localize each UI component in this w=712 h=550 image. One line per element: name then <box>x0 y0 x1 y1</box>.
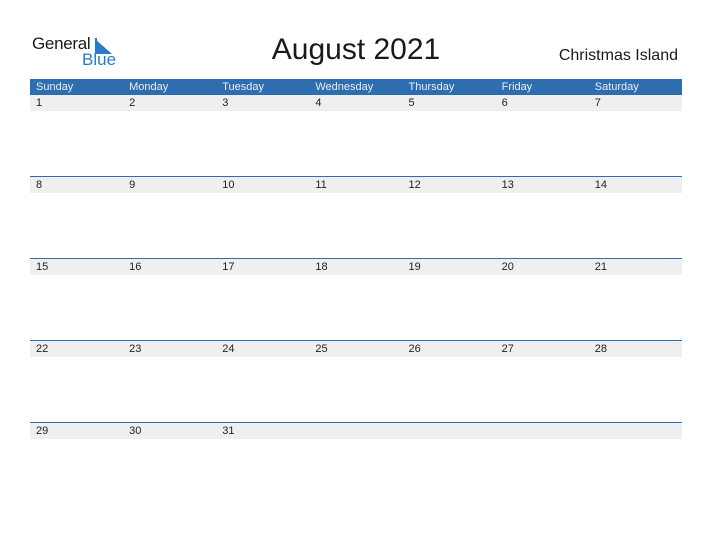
day-cell: 29 <box>36 425 49 437</box>
weekday-wednesday: Wednesday <box>315 81 374 93</box>
day-cell: 25 <box>315 343 328 355</box>
day-number-row: 15 16 17 18 19 20 21 <box>30 259 682 275</box>
day-number-row: 8 9 10 11 12 13 14 <box>30 177 682 193</box>
day-cell: 2 <box>129 97 136 109</box>
day-cell: 5 <box>408 97 415 109</box>
day-cell: 10 <box>222 179 235 191</box>
weekday-sunday: Sunday <box>36 81 74 93</box>
day-cell: 17 <box>222 261 235 273</box>
day-cell: 4 <box>315 97 322 109</box>
day-cell: 8 <box>36 179 43 191</box>
day-cell: 13 <box>501 179 514 191</box>
week-row: 22 23 24 25 26 27 28 <box>30 340 682 422</box>
weekday-friday: Friday <box>501 81 533 93</box>
day-cell: 20 <box>501 261 514 273</box>
day-cell: 24 <box>222 343 235 355</box>
week-row: 8 9 10 11 12 13 14 <box>30 176 682 258</box>
day-cell: 9 <box>129 179 136 191</box>
day-cell: 6 <box>501 97 508 109</box>
day-cell: 7 <box>594 97 601 109</box>
day-cell: 21 <box>594 261 607 273</box>
day-cell <box>403 423 496 439</box>
region-label: Christmas Island <box>558 47 678 64</box>
day-cell: 26 <box>408 343 421 355</box>
day-number-row: 1 2 3 4 5 6 7 <box>30 95 682 111</box>
day-number-row: 29 30 31 <box>30 423 682 439</box>
day-cell: 30 <box>129 425 142 437</box>
weekday-tuesday: Tuesday <box>222 81 265 93</box>
day-cell: 14 <box>594 179 607 191</box>
day-cell: 27 <box>501 343 514 355</box>
calendar-grid: Sunday Monday Tuesday Wednesday Thursday… <box>30 79 682 504</box>
weekday-saturday: Saturday <box>594 81 639 93</box>
day-cell: 15 <box>36 261 49 273</box>
day-cell: 1 <box>36 97 43 109</box>
weekday-header: Sunday Monday Tuesday Wednesday Thursday… <box>30 79 682 95</box>
week-row: 1 2 3 4 5 6 7 <box>30 95 682 176</box>
day-cell <box>496 423 589 439</box>
day-cell: 11 <box>315 179 327 191</box>
day-cell <box>589 423 682 439</box>
week-row: 29 30 31 <box>30 422 682 504</box>
day-number-row: 22 23 24 25 26 27 28 <box>30 341 682 357</box>
week-row: 15 16 17 18 19 20 21 <box>30 258 682 340</box>
day-cell: 28 <box>594 343 607 355</box>
day-cell: 3 <box>222 97 229 109</box>
day-cell: 16 <box>129 261 142 273</box>
weeks-container: 1 2 3 4 5 6 7 8 9 10 11 12 13 14 15 16 17 18 19 20 21 22 23 24 2… <box>30 95 682 504</box>
day-cell: 19 <box>408 261 421 273</box>
day-cell: 23 <box>129 343 142 355</box>
weekday-thursday: Thursday <box>408 81 455 93</box>
day-cell <box>309 423 402 439</box>
weekday-monday: Monday <box>129 81 169 93</box>
day-cell: 18 <box>315 261 328 273</box>
day-cell: 31 <box>222 425 235 437</box>
day-cell: 12 <box>408 179 421 191</box>
day-cell: 22 <box>36 343 49 355</box>
